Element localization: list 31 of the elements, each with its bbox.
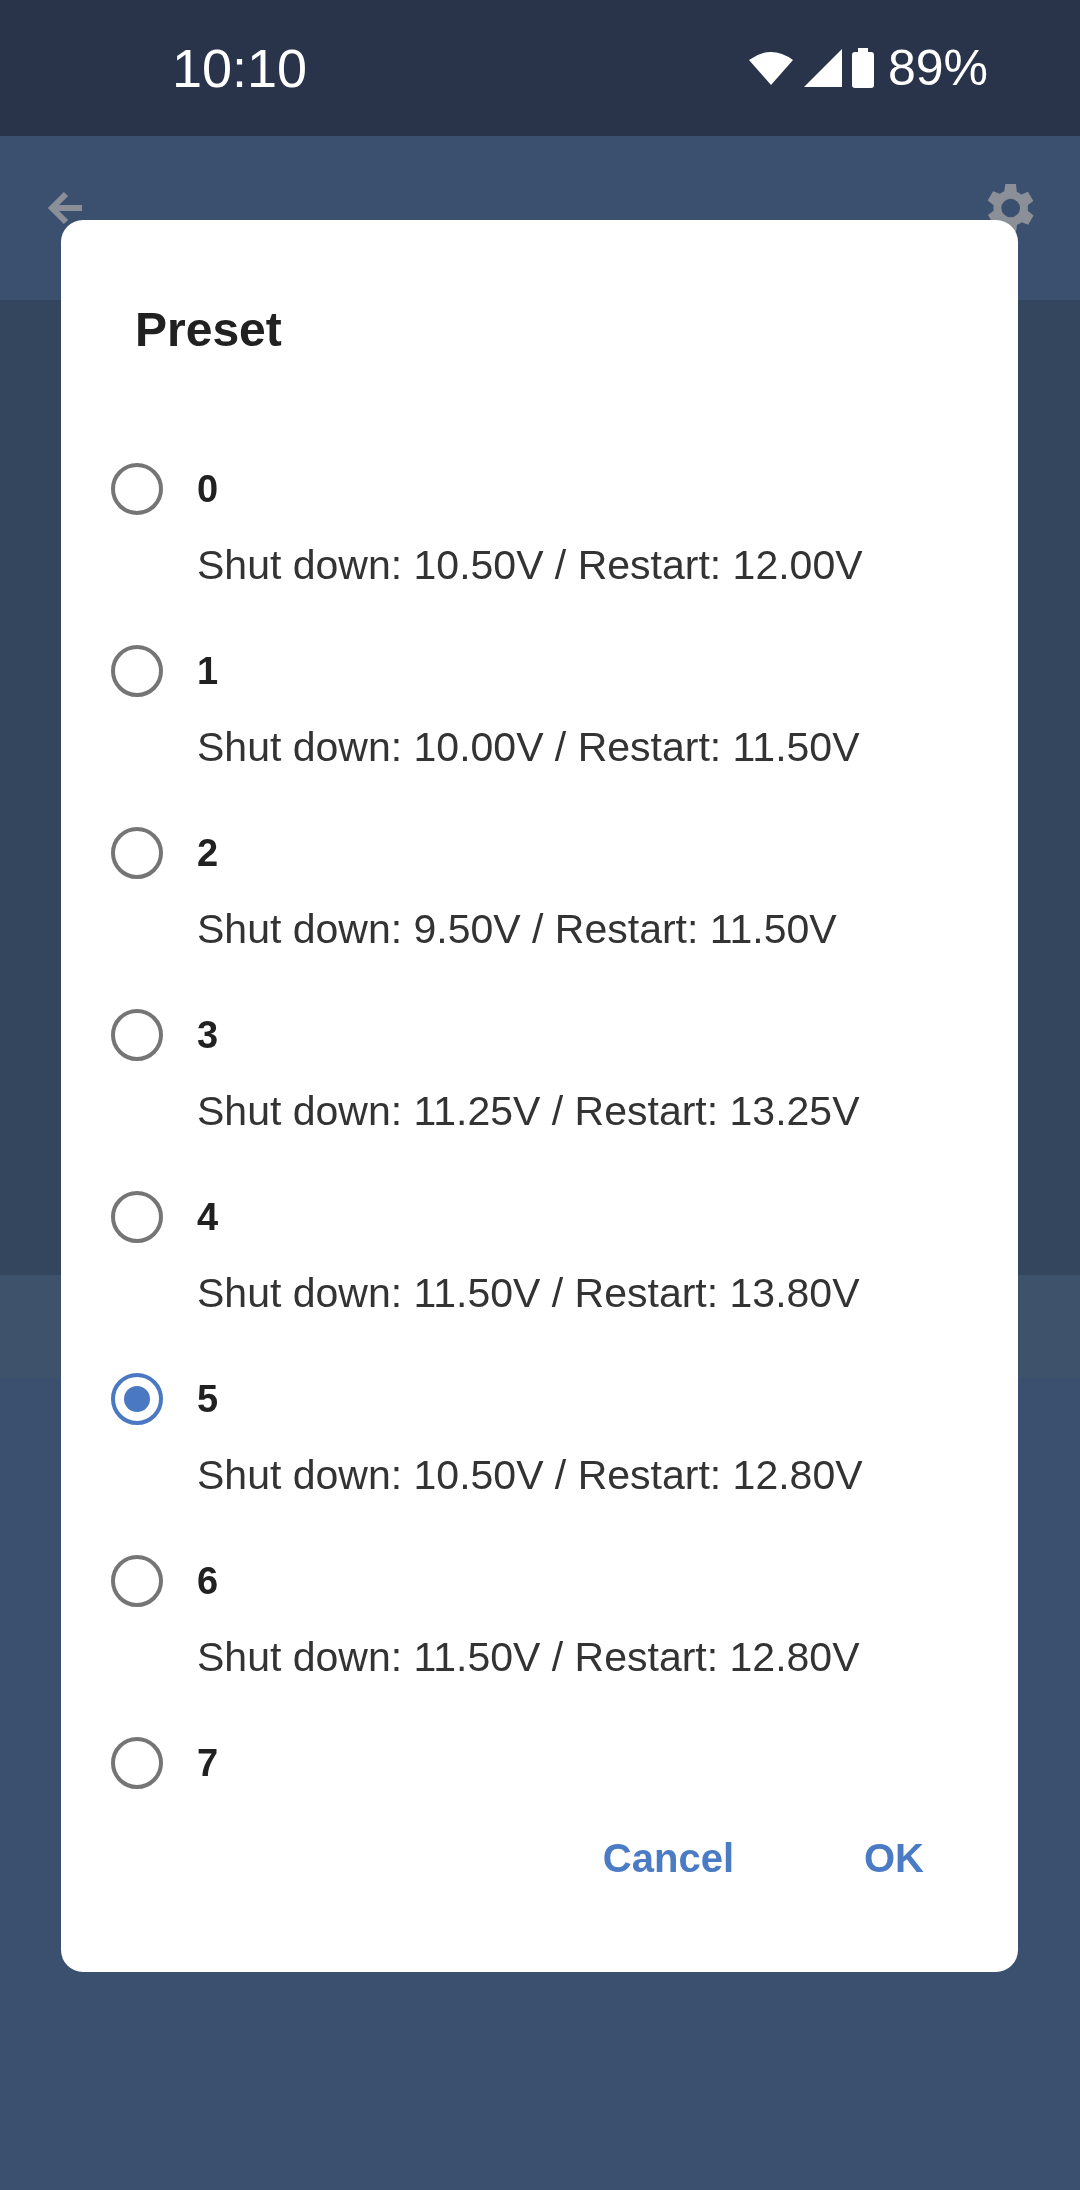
option-label[interactable]: 7 (197, 1741, 219, 1785)
radio-button[interactable] (111, 1009, 163, 1061)
option-detail: Shut down: 10.50V / Restart: 12.00V (197, 542, 864, 589)
option-label[interactable]: 6 (197, 1559, 219, 1603)
radio-button[interactable] (111, 1373, 163, 1425)
battery-percent: 89% (887, 39, 988, 97)
option-label[interactable]: 2 (197, 831, 219, 875)
battery-icon (851, 48, 874, 88)
clock: 10:10 (172, 37, 308, 99)
option-label[interactable]: 0 (197, 467, 219, 511)
option-label[interactable]: 5 (197, 1377, 219, 1421)
option-detail: Shut down: 11.50V / Restart: 13.80V (197, 1270, 861, 1317)
radio-button[interactable] (111, 1737, 163, 1789)
radio-button[interactable] (111, 1555, 163, 1607)
option-detail: Shut down: 10.50V / Restart: 12.80V (197, 1452, 864, 1499)
option-label[interactable]: 4 (197, 1195, 219, 1239)
option-detail: Shut down: 9.50V / Restart: 11.50V (197, 906, 838, 953)
option-label[interactable]: 3 (197, 1013, 219, 1057)
wifi-icon (747, 50, 794, 86)
radio-button[interactable] (111, 1191, 163, 1243)
radio-button[interactable] (111, 463, 163, 515)
cancel-button[interactable]: Cancel (582, 1820, 754, 1897)
option-detail: Shut down: 11.25V / Restart: 13.25V (197, 1088, 861, 1135)
option-detail: Shut down: 10.00V / Restart: 11.50V (197, 724, 861, 771)
option-detail: Shut down: 11.50V / Restart: 12.80V (197, 1634, 861, 1681)
ok-button[interactable]: OK (844, 1820, 944, 1897)
option-label[interactable]: 1 (197, 649, 219, 693)
signal-icon (803, 49, 842, 87)
radio-button[interactable] (111, 645, 163, 697)
radio-button[interactable] (111, 827, 163, 879)
dialog-title: Preset (134, 302, 283, 354)
